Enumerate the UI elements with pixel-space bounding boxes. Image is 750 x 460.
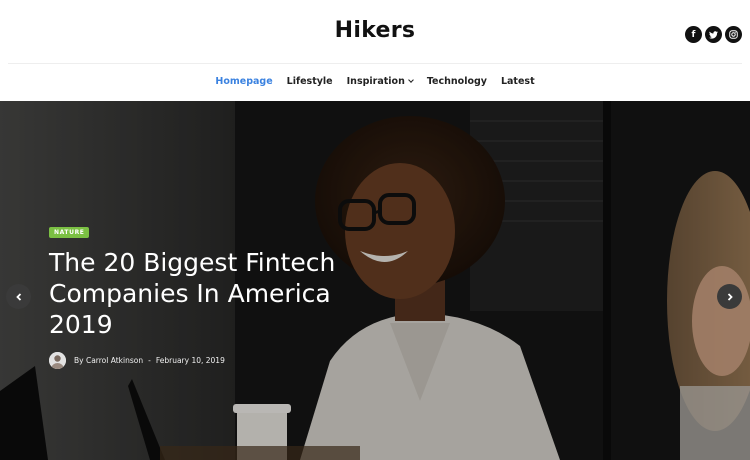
avatar[interactable]: [49, 352, 66, 369]
post-date: February 10, 2019: [155, 356, 225, 365]
author-name[interactable]: By Carrol Atkinson: [74, 356, 143, 365]
chevron-down-icon: [408, 77, 414, 83]
chevron-right-icon: [727, 292, 733, 301]
slider-next-button[interactable]: [717, 284, 742, 309]
nav-item-technology[interactable]: Technology: [427, 76, 487, 87]
slider-prev-button[interactable]: [6, 284, 31, 309]
site-logo[interactable]: Hikers: [0, 18, 750, 43]
nav-item-inspiration[interactable]: Inspiration: [347, 76, 414, 87]
twitter-icon[interactable]: [705, 26, 722, 43]
chevron-left-icon: [15, 292, 21, 301]
post-meta: By Carrol Atkinson - February 10, 2019: [49, 352, 225, 369]
social-links: f: [685, 26, 742, 43]
category-badge[interactable]: NATURE: [49, 227, 90, 238]
nav-item-lifestyle[interactable]: Lifestyle: [287, 76, 333, 87]
hero-title[interactable]: The 20 Biggest Fintech Companies In Amer…: [49, 247, 349, 340]
meta-separator: -: [148, 356, 151, 365]
main-nav: Homepage Lifestyle Inspiration Technolog…: [0, 76, 750, 87]
nav-item-homepage[interactable]: Homepage: [215, 76, 272, 87]
facebook-icon[interactable]: f: [685, 26, 702, 43]
header-divider: [8, 63, 742, 64]
instagram-icon[interactable]: [725, 26, 742, 43]
nav-item-latest[interactable]: Latest: [501, 76, 535, 87]
site-header: Hikers f Homepage Lifestyle Inspiration …: [0, 0, 750, 101]
hero-slider[interactable]: NATURE The 20 Biggest Fintech Companies …: [0, 101, 750, 460]
